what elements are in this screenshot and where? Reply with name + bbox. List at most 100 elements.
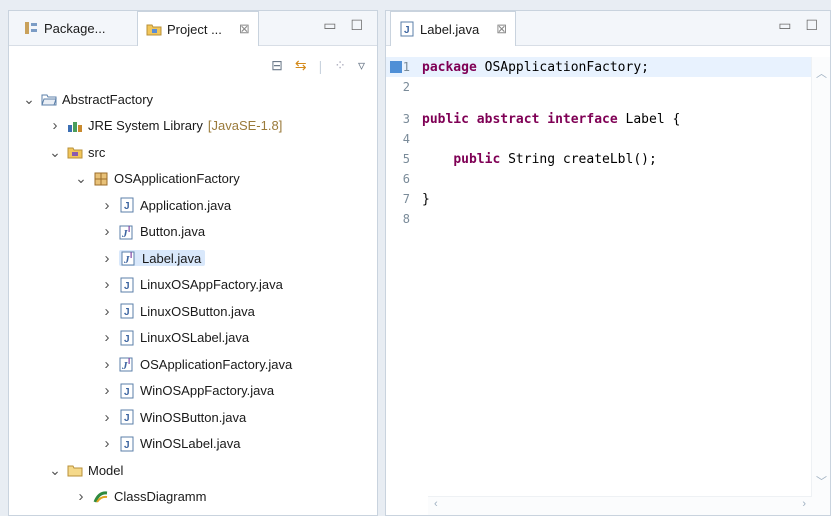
tree-item[interactable]: › J LinuxOSLabel.java: [101, 326, 250, 350]
chevron-right-icon[interactable]: ›: [101, 303, 113, 320]
vertical-scrollbar[interactable]: ︿ ﹀: [811, 57, 830, 515]
svg-text:J: J: [404, 25, 410, 36]
java-file-icon: J: [119, 409, 135, 425]
code-line[interactable]: 4: [386, 129, 812, 149]
folder-icon: [67, 462, 83, 478]
horizontal-scrollbar[interactable]: ‹ ›: [428, 496, 812, 515]
tree-item[interactable]: › J LinuxOSButton.java: [101, 299, 255, 323]
tree-item[interactable]: › J Application.java: [101, 193, 232, 217]
chevron-right-icon[interactable]: ›: [101, 409, 113, 426]
tree-item[interactable]: › ClassDiagramm: [75, 485, 207, 509]
chevron-right-icon[interactable]: ›: [75, 488, 87, 505]
package-explorer-icon: [23, 20, 39, 36]
tree-item[interactable]: › J I OSApplicationFactory.java: [101, 352, 293, 376]
link-editor-icon[interactable]: ⇆: [295, 57, 307, 74]
project-explorer-icon: [146, 21, 162, 37]
line-number: 5: [402, 152, 410, 166]
tree-item[interactable]: ⌄ src: [49, 140, 105, 164]
tab-label: Package...: [44, 20, 106, 36]
editor-tab-label: Label.java: [420, 21, 480, 37]
view-menu-icon[interactable]: ⁘: [334, 57, 346, 74]
scroll-left-icon[interactable]: ‹: [434, 498, 438, 510]
scroll-down-icon[interactable]: ﹀: [816, 473, 827, 489]
tree-item[interactable]: ⌄ OSApplicationFactory: [75, 167, 240, 191]
line-number: 2: [402, 80, 410, 94]
chevron-right-icon[interactable]: ›: [101, 276, 113, 293]
maximize-icon[interactable]: ☐: [350, 17, 363, 34]
chevron-right-icon[interactable]: ›: [49, 117, 61, 134]
java-file-icon: J: [119, 383, 135, 399]
code-text: }: [422, 192, 430, 207]
tree-item-label: JRE System Library: [88, 118, 203, 133]
editor-tab-bar: J Label.java ⊠ ▭ ☐: [386, 11, 830, 46]
project-explorer-panel: Package... Project ... ⊠ ▭ ☐ ⊟ ⇆ | ⁘ ▿ ⌄…: [8, 10, 378, 516]
svg-text:J: J: [124, 201, 130, 212]
tree-item[interactable]: › J LinuxOSAppFactory.java: [101, 273, 283, 297]
tree-item[interactable]: › J WinOSButton.java: [101, 405, 247, 429]
code-token: Label {: [617, 111, 681, 127]
chevron-right-icon[interactable]: ›: [101, 435, 113, 452]
tree-item[interactable]: › J I Button.java: [101, 220, 206, 244]
chevron-right-icon[interactable]: ›: [101, 382, 113, 399]
line-number: 4: [402, 132, 410, 146]
tree-item[interactable]: ⌄ AbstractFactory: [23, 87, 153, 111]
library-icon: [67, 118, 83, 134]
svg-text:J: J: [124, 334, 130, 345]
svg-text:J: J: [124, 387, 130, 398]
java-interface-icon: JI: [121, 250, 137, 266]
chevron-right-icon[interactable]: ›: [101, 329, 113, 346]
toolbar-separator: |: [318, 57, 323, 74]
chevron-down-icon[interactable]: ⌄: [49, 462, 61, 479]
chevron-right-icon[interactable]: ›: [101, 223, 113, 240]
tab-package-explorer[interactable]: Package...: [15, 11, 113, 45]
tree-item[interactable]: › JRE System Library [JavaSE-1.8]: [49, 114, 283, 138]
chevron-right-icon[interactable]: ›: [101, 197, 113, 214]
code-keyword: package: [422, 59, 477, 75]
code-line[interactable]: 7}: [386, 189, 812, 209]
tree-item-label: Application.java: [140, 197, 232, 213]
close-icon[interactable]: ⊠: [239, 21, 250, 37]
minimize-icon[interactable]: ▭: [778, 17, 791, 34]
svg-text:I: I: [128, 357, 130, 366]
tab-label-java[interactable]: J Label.java ⊠: [390, 11, 517, 46]
chevron-down-icon[interactable]: ⌄: [49, 144, 61, 161]
maximize-icon[interactable]: ☐: [805, 17, 818, 34]
code-text: public String createLbl();: [422, 152, 657, 167]
collapse-all-icon[interactable]: ⊟: [271, 57, 283, 74]
tree-item[interactable]: › J WinOSAppFactory.java: [101, 379, 275, 403]
tree-item[interactable]: › J WinOSLabel.java: [101, 432, 241, 456]
close-icon[interactable]: ⊠: [496, 21, 507, 37]
chevron-right-icon[interactable]: ›: [101, 250, 113, 267]
scroll-up-icon[interactable]: ︿: [816, 65, 827, 81]
code-line[interactable]: 3 public abstract interface Label {: [386, 109, 812, 129]
tree-item[interactable]: ⌄ Model: [49, 458, 123, 482]
code-line[interactable]: 6: [386, 169, 812, 189]
code-keyword: public: [422, 111, 469, 127]
chevron-right-icon[interactable]: ›: [101, 356, 113, 373]
tree-item-label: ClassDiagramm: [114, 489, 207, 504]
chevron-down-icon[interactable]: ⌄: [75, 170, 87, 187]
line-number: 6: [402, 172, 410, 186]
code-keyword: abstract: [476, 111, 540, 127]
line-number: 8: [402, 212, 410, 226]
code-line[interactable]: 2: [386, 77, 812, 97]
tree-item-label: WinOSLabel.java: [140, 436, 241, 451]
tree-item[interactable]: › J I Label.java: [101, 246, 206, 270]
minimize-icon[interactable]: ▭: [323, 17, 336, 34]
chevron-down-icon[interactable]: ⌄: [23, 91, 35, 108]
code-text: package OSApplicationFactory;: [422, 60, 649, 75]
tree-item-label: LinuxOSButton.java: [140, 303, 255, 319]
chevron-down-icon[interactable]: ▿: [358, 57, 365, 74]
tab-project-explorer[interactable]: Project ... ⊠: [137, 11, 259, 46]
code-line[interactable]: 5 public String createLbl();: [386, 149, 812, 169]
code-line[interactable]: 8: [386, 209, 812, 229]
tree-item-decoration: [JavaSE-1.8]: [207, 118, 283, 133]
svg-text:J: J: [124, 307, 130, 318]
source-folder-icon: [67, 144, 83, 160]
code-token: OSApplicationFactory;: [476, 59, 649, 75]
code-line[interactable]: 1 package OSApplicationFactory;: [386, 57, 812, 77]
code-token: String createLbl();: [500, 151, 657, 167]
tree-item-label: LinuxOSAppFactory.java: [140, 277, 283, 292]
scroll-right-icon[interactable]: ›: [802, 498, 806, 510]
